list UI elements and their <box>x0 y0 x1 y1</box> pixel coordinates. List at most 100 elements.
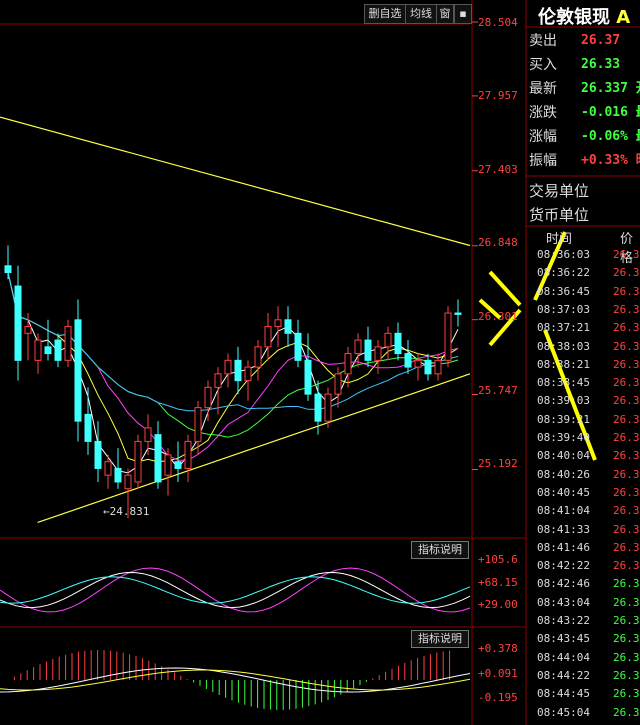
price-label: 26.301 <box>478 310 518 323</box>
tick-time: 08:39:21 <box>537 412 590 426</box>
candle-body <box>414 359 422 368</box>
price-label: 27.957 <box>478 89 518 102</box>
candle-body <box>44 346 52 355</box>
tick-row: 08:44:04 26.3 <box>529 649 640 667</box>
indicator2-level: +0.378 <box>478 642 518 655</box>
candle-body <box>194 407 202 442</box>
tick-row: 08:44:45 26.3 <box>529 685 640 703</box>
quote-value: -0.016 最 <box>581 105 640 120</box>
tick-time: 08:38:03 <box>537 339 590 353</box>
tick-price: 26.3 <box>613 614 640 627</box>
candle-body <box>34 339 42 361</box>
tick-time: 08:39:03 <box>537 394 590 408</box>
quote-row: 卖出 26.37 <box>529 30 640 52</box>
moving-average-button[interactable]: 均线 <box>405 4 437 24</box>
tick-row: 08:38:21 26.3 <box>529 356 640 374</box>
candle-body <box>254 346 262 368</box>
candle-body <box>14 285 22 361</box>
candle-body <box>154 434 162 483</box>
tick-row: 08:41:04 26.3 <box>529 502 640 520</box>
tick-price: 26.3 <box>613 522 640 536</box>
tick-time: 08:44:04 <box>537 650 590 664</box>
tick-price: 26.3 <box>613 394 640 408</box>
tick-row: 08:40:04 26.3 <box>529 447 640 465</box>
price-label: 28.504 <box>478 16 518 29</box>
quote-label: 涨幅 <box>529 129 557 145</box>
candle-body <box>184 440 192 469</box>
tick-price: 26.3 <box>613 595 640 609</box>
tick-price: 26.3 <box>613 485 640 499</box>
tick-time: 08:41:46 <box>537 540 590 554</box>
candle-body <box>284 319 292 334</box>
tick-price: 26.3 <box>613 504 640 518</box>
trendline <box>0 116 471 247</box>
tick-time: 08:37:21 <box>537 321 590 335</box>
delete-watchlist-button[interactable]: 删自选 <box>364 4 406 24</box>
indicator2-level: +0.091 <box>478 667 518 680</box>
window-toggle-icon[interactable]: ▪ <box>454 4 472 24</box>
indicator2-level: -0.195 <box>478 691 518 704</box>
tick-time: 08:39:40 <box>537 431 590 444</box>
tick-price: 26.3 <box>613 431 640 444</box>
candle-body <box>54 339 62 361</box>
quote-value: +0.33% 昨 <box>581 153 640 168</box>
indicator1-level: +68.15 <box>478 576 518 589</box>
tick-row: 08:45:04 26.3 <box>529 704 640 722</box>
tick-row: 08:37:21 26.3 <box>529 319 640 337</box>
candle-body <box>304 359 312 395</box>
tick-row: 08:36:03 26.3 <box>529 246 640 264</box>
trendline <box>37 373 471 524</box>
indicator-help-button[interactable]: 指标说明 <box>411 630 469 648</box>
instrument-title: 伦敦银现 A <box>538 7 631 28</box>
price-label: 27.403 <box>478 163 518 176</box>
tick-row: 08:39:03 26.3 <box>529 392 640 410</box>
tick-row: 08:38:45 26.3 <box>529 374 640 392</box>
candle-body <box>294 332 302 361</box>
candle-body <box>84 413 92 442</box>
tick-row: 08:44:22 26.3 <box>529 667 640 685</box>
tick-price: 26.3 <box>613 632 640 646</box>
candle-body <box>344 353 352 375</box>
candle-body <box>394 332 402 355</box>
tick-time: 08:42:46 <box>537 577 590 591</box>
candle-body <box>164 454 172 476</box>
tick-row: 08:42:22 26.3 <box>529 557 640 575</box>
tick-price: 26.3 <box>613 668 640 682</box>
tick-time: 08:38:45 <box>537 376 590 390</box>
tick-time: 08:40:04 <box>537 449 590 463</box>
tick-price: 26.3 <box>613 302 640 316</box>
candle-body <box>204 386 212 409</box>
candle-body <box>444 312 452 361</box>
tick-time: 08:36:22 <box>537 266 590 280</box>
tick-time: 08:41:33 <box>537 522 590 536</box>
quote-row: 买入 26.33 <box>529 54 640 76</box>
tick-price: 26.3 <box>613 449 640 463</box>
tick-price: 26.3 <box>613 540 640 554</box>
quote-label: 买入 <box>529 57 557 73</box>
tick-time: 08:43:45 <box>537 632 590 646</box>
low-marker-label: ←24.831 <box>103 505 150 518</box>
window-button[interactable]: 窗 <box>436 4 454 24</box>
tick-time: 08:38:21 <box>537 357 590 371</box>
tick-time: 08:40:26 <box>537 467 590 481</box>
tick-row: 08:36:45 26.3 <box>529 283 640 301</box>
tick-price: 26.3 <box>613 266 640 280</box>
candle-body <box>114 467 122 483</box>
tick-price: 26.3 <box>613 687 640 701</box>
tick-row: 08:42:46 26.3 <box>529 575 640 593</box>
tick-row: 08:43:45 26.3 <box>529 630 640 648</box>
tick-price: 26.3 <box>613 577 640 591</box>
ticks-time-header: 时间 <box>546 232 573 247</box>
candle-body <box>364 339 372 361</box>
tick-price: 26.3 <box>613 284 640 298</box>
tick-time: 08:44:22 <box>537 668 590 682</box>
candle-body <box>94 440 102 469</box>
candle-body <box>264 326 272 348</box>
indicator1-level: +29.00 <box>478 598 518 611</box>
oscillator-line <box>0 567 471 613</box>
quote-label: 振幅 <box>529 153 557 169</box>
currency-unit-label: 货币单位 <box>529 206 590 224</box>
candle-body <box>104 461 112 476</box>
tick-row: 08:39:40 26.3 <box>529 429 640 447</box>
indicator-help-button[interactable]: 指标说明 <box>411 541 469 559</box>
